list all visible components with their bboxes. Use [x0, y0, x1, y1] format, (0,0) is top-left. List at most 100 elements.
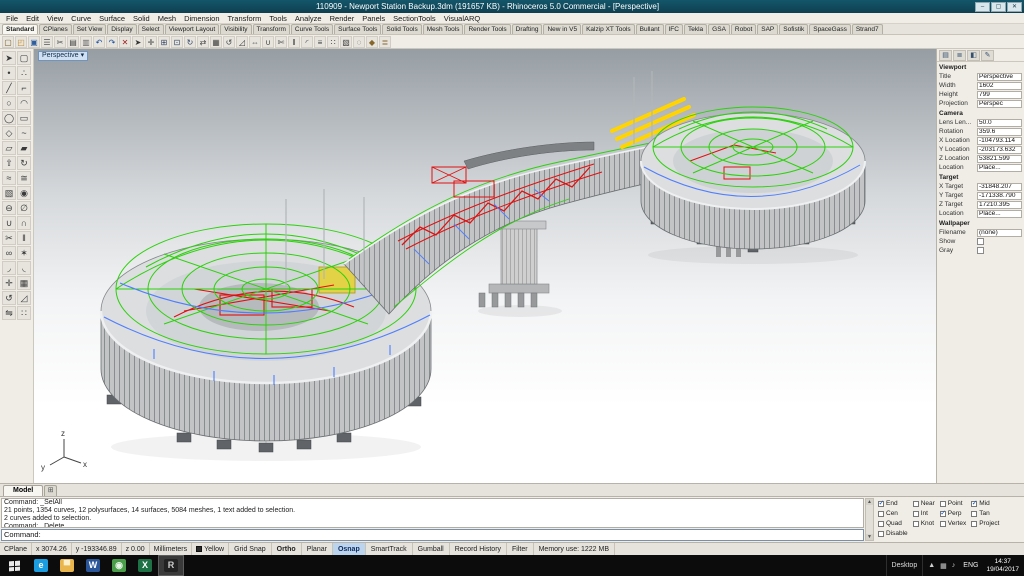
- status-pane[interactable]: SmartTrack: [366, 543, 413, 555]
- revolve-tool-icon[interactable]: ↻: [17, 156, 31, 170]
- menu-item[interactable]: VisualARQ: [440, 14, 485, 23]
- display-tab-icon[interactable]: ◧: [967, 50, 980, 61]
- osnap-toggle[interactable]: Cen: [878, 510, 908, 517]
- osnap-toggle[interactable]: Perp: [940, 510, 966, 517]
- cut-icon[interactable]: ✂: [54, 36, 66, 48]
- menu-item[interactable]: Dimension: [180, 14, 223, 23]
- toolbar-tab[interactable]: Surface Tools: [334, 24, 381, 34]
- osnap-toggle[interactable]: Int: [913, 510, 935, 517]
- toolbar-tab[interactable]: Display: [107, 24, 136, 34]
- menu-item[interactable]: Analyze: [291, 14, 326, 23]
- volume-icon[interactable]: ♪: [952, 562, 956, 569]
- pointcloud-tool-icon[interactable]: ∴: [17, 66, 31, 80]
- osnap-toggle[interactable]: Knot: [913, 520, 935, 527]
- scale-tool-icon[interactable]: ◿: [17, 291, 31, 305]
- toolbar-tab[interactable]: New in V5: [543, 24, 581, 34]
- command-input[interactable]: Command:: [1, 529, 864, 541]
- save-icon[interactable]: ▣: [28, 36, 40, 48]
- scale-icon[interactable]: ◿: [236, 36, 248, 48]
- layers-tab-icon[interactable]: ≣: [953, 50, 966, 61]
- toolbar-tab[interactable]: SpaceGass: [809, 24, 851, 34]
- property-value[interactable]: 799: [977, 91, 1022, 99]
- menu-item[interactable]: View: [43, 14, 67, 23]
- toolbar-tab[interactable]: Select: [138, 24, 164, 34]
- status-cell[interactable]: z 0.00: [122, 543, 150, 555]
- osnap-toggle[interactable]: Quad: [878, 520, 908, 527]
- status-pane[interactable]: Record History: [450, 543, 507, 555]
- circle-tool-icon[interactable]: ○: [2, 96, 16, 110]
- central-pier[interactable]: [479, 221, 549, 307]
- menu-item[interactable]: Edit: [22, 14, 43, 23]
- osnap-toggle[interactable]: Mid: [971, 500, 999, 507]
- property-value[interactable]: Place...: [977, 210, 1022, 218]
- viewport-canvas[interactable]: x y z: [34, 49, 936, 483]
- trim-tool-icon[interactable]: ✂: [2, 231, 16, 245]
- layer-icon[interactable]: ≣: [379, 36, 391, 48]
- open-file-icon[interactable]: ◰: [15, 36, 27, 48]
- osnap-toggle[interactable]: Point: [940, 500, 966, 507]
- viewport-tab[interactable]: Perspective ▾: [38, 51, 88, 61]
- property-value[interactable]: Place...: [977, 164, 1022, 172]
- zoom-extents-icon[interactable]: ⊞: [158, 36, 170, 48]
- perspective-viewport[interactable]: Perspective ▾: [34, 49, 936, 483]
- copy-object-icon[interactable]: ▦: [210, 36, 222, 48]
- command-scrollbar[interactable]: ▲ ▼: [865, 498, 874, 541]
- minimize-button[interactable]: –: [975, 2, 990, 12]
- property-value[interactable]: -171338.790: [977, 192, 1022, 200]
- pipe-tool-icon[interactable]: ∅: [17, 201, 31, 215]
- explorer-icon[interactable]: ▀: [54, 555, 80, 576]
- menu-item[interactable]: Solid: [129, 14, 154, 23]
- toolbar-tab[interactable]: CPlanes: [39, 24, 72, 34]
- chamfer-tool-icon[interactable]: ◟: [17, 261, 31, 275]
- zoom-window-icon[interactable]: ⊡: [171, 36, 183, 48]
- join-icon[interactable]: ∪: [262, 36, 274, 48]
- desktop-toolbar[interactable]: Desktop: [886, 555, 924, 576]
- status-cell[interactable]: x 3074.26: [32, 543, 72, 555]
- split-icon[interactable]: ‖: [288, 36, 300, 48]
- toolbar-tab[interactable]: Viewport Layout: [165, 24, 220, 34]
- new-layout-tab-button[interactable]: ⊞: [44, 485, 57, 496]
- toolbar-tab[interactable]: Robot: [731, 24, 756, 34]
- copy-tool-icon[interactable]: ▦: [17, 276, 31, 290]
- osnap-toggle[interactable]: Project: [971, 520, 999, 527]
- notes-tab-icon[interactable]: ✎: [981, 50, 994, 61]
- toolbar-tab[interactable]: Standard: [2, 24, 38, 34]
- property-value[interactable]: Perspec: [977, 100, 1022, 108]
- undo-icon[interactable]: ↶: [93, 36, 105, 48]
- rotate-icon[interactable]: ↺: [223, 36, 235, 48]
- split-tool-icon[interactable]: ‖: [17, 231, 31, 245]
- toolbar-tab[interactable]: Tekla: [684, 24, 707, 34]
- network-icon[interactable]: ▦: [940, 562, 947, 570]
- status-cell[interactable]: y -193346.89: [72, 543, 122, 555]
- point-tool-icon[interactable]: •: [2, 66, 16, 80]
- show-hidden-icon[interactable]: ▲: [928, 562, 935, 569]
- boolean-difference-tool-icon[interactable]: ∩: [17, 216, 31, 230]
- mirror-tool-icon[interactable]: ⇋: [2, 306, 16, 320]
- box-tool-icon[interactable]: ▧: [2, 186, 16, 200]
- array-icon[interactable]: ∷: [327, 36, 339, 48]
- property-value[interactable]: -104793.114: [977, 137, 1022, 145]
- mirror-icon[interactable]: ⇔: [249, 36, 261, 48]
- language-indicator[interactable]: ENG: [960, 562, 981, 569]
- command-history[interactable]: Command: _SelAll21 points, 1354 curves, …: [1, 498, 864, 528]
- toolbar-tab[interactable]: Bullant: [636, 24, 664, 34]
- fillet-icon[interactable]: ◜: [301, 36, 313, 48]
- offset-icon[interactable]: ≡: [314, 36, 326, 48]
- property-value[interactable]: 50.0: [977, 119, 1022, 127]
- status-cell[interactable]: Millimeters: [150, 543, 192, 555]
- fillet-tool-icon[interactable]: ◞: [2, 261, 16, 275]
- osnap-toggle[interactable]: End: [878, 500, 908, 507]
- redo-icon[interactable]: ↷: [106, 36, 118, 48]
- title-bar[interactable]: 110909 - Newport Station Backup.3dm (191…: [0, 0, 1024, 13]
- property-value[interactable]: -31848.207: [977, 183, 1022, 191]
- plane-tool-icon[interactable]: ▰: [17, 141, 31, 155]
- toolbar-tab[interactable]: Visibility: [220, 24, 251, 34]
- toolbar-tab[interactable]: Drafting: [512, 24, 543, 34]
- maximize-button[interactable]: ▢: [991, 2, 1006, 12]
- osnap-toggle[interactable]: Disable: [878, 530, 908, 537]
- property-value[interactable]: Perspective: [977, 73, 1022, 81]
- explode-tool-icon[interactable]: ✶: [17, 246, 31, 260]
- polygon-tool-icon[interactable]: ◇: [2, 126, 16, 140]
- model-tab[interactable]: Model: [3, 485, 43, 496]
- menu-item[interactable]: SectionTools: [389, 14, 440, 23]
